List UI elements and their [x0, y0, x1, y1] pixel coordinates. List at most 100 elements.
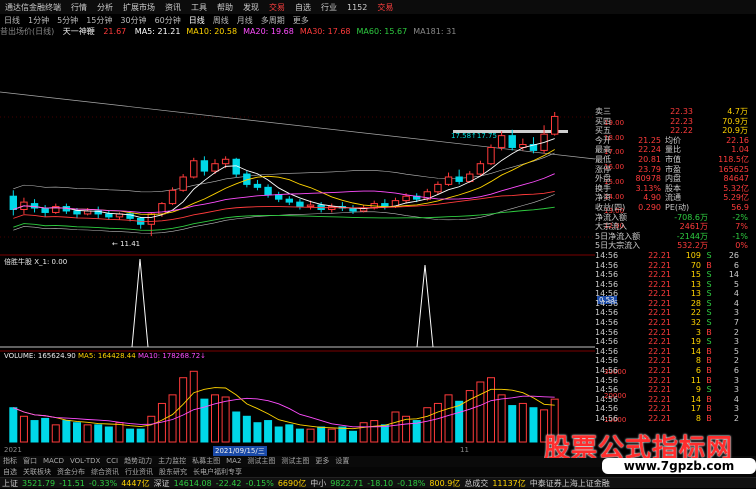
- flow-row: 5日大宗流入 532.2万 0%: [595, 241, 756, 251]
- tick-count: 7: [733, 318, 739, 328]
- volume-bar: [9, 407, 18, 443]
- stat-key: 股本: [665, 183, 681, 193]
- volume-bar: [94, 424, 103, 443]
- tick-flag: B: [706, 404, 712, 414]
- flow-pct: 0%: [735, 241, 748, 251]
- tick-flag: S: [706, 308, 712, 318]
- volume-bar: [433, 402, 442, 443]
- tick-volume: 6: [695, 366, 701, 376]
- menu-item[interactable]: 扩展市场: [118, 0, 160, 15]
- tick-volume: 14: [690, 394, 701, 404]
- flow-pct: -2%: [732, 212, 748, 222]
- info-tab[interactable]: 自选: [0, 468, 20, 476]
- tick-price: 22.21: [648, 289, 671, 299]
- indicator-tab[interactable]: 更多: [312, 457, 332, 465]
- menu-item[interactable]: 资讯: [160, 0, 186, 15]
- candle-body: [105, 213, 113, 218]
- tick-count: 4: [733, 394, 739, 404]
- candle-body: [487, 146, 495, 165]
- candle-body: [9, 195, 18, 210]
- indicator-tab[interactable]: MACD: [40, 457, 67, 465]
- menu-item[interactable]: 工具: [186, 0, 212, 15]
- tick-flag: B: [706, 327, 712, 337]
- volume-bar: [264, 420, 273, 443]
- ma-label: MA5: 21.21: [134, 27, 181, 36]
- indicator-tab[interactable]: MA2: [223, 457, 244, 465]
- info-tab[interactable]: 综合资讯: [88, 468, 122, 476]
- candle-body: [497, 135, 506, 148]
- menu-item[interactable]: 自选: [290, 0, 316, 15]
- indicator-tab[interactable]: 私募主图: [189, 457, 223, 465]
- flow-row: 大宗流入 2461万 7%: [595, 222, 756, 232]
- info-tab[interactable]: 股东研究: [156, 468, 190, 476]
- volume-bar: [444, 394, 453, 443]
- candle-body: [264, 186, 272, 196]
- menu-item[interactable]: 交易: [372, 0, 398, 15]
- flow-label: 大宗流入: [595, 222, 627, 232]
- candle-body: [221, 158, 230, 165]
- stat-value: 21.25: [638, 135, 661, 145]
- candle-body: [190, 160, 198, 178]
- menu-item[interactable]: 行业: [316, 0, 342, 15]
- watermark-logo: 股票公式指标网: [544, 434, 734, 458]
- stat-value: 1.04: [731, 145, 749, 155]
- indicator-tab[interactable]: CCI: [103, 457, 121, 465]
- stat-value: 5.32亿: [723, 183, 749, 193]
- menu-item[interactable]: 行情: [66, 0, 92, 15]
- tick-flag: B: [706, 414, 712, 423]
- info-tab[interactable]: 长电户福利专享: [190, 468, 245, 476]
- indicator-tab[interactable]: 设置: [332, 457, 352, 465]
- tick-row: 14:56 22.21 19 S 3: [595, 337, 756, 347]
- volume-bar: [51, 424, 60, 443]
- menu-item[interactable]: 交易: [264, 0, 290, 15]
- stock-price: 21.67: [103, 27, 127, 36]
- stat-key: PE(动): [665, 202, 690, 212]
- indicator-tab[interactable]: VOL-TDX: [67, 457, 103, 465]
- info-tab[interactable]: 行业资讯: [122, 468, 156, 476]
- chart-bg: [0, 37, 595, 456]
- year-tag: 2021: [4, 446, 22, 454]
- volume-bar: [30, 420, 39, 443]
- quote-panel: 卖三 22.33 4.7万 买四 22.23 70.9万 买五 22.22 20.9万 今开 21.…: [595, 107, 756, 477]
- indicator-tab[interactable]: 趋势动力: [121, 457, 155, 465]
- tick-time: 14:56: [595, 366, 619, 376]
- indicator-tab[interactable]: 测试主图: [278, 457, 312, 465]
- tick-count: 3: [733, 404, 739, 414]
- flow-value: -2144万: [676, 231, 708, 241]
- tick-time: 14:56: [595, 337, 619, 347]
- menu-item[interactable]: 通达信金融终端: [0, 0, 66, 15]
- date-tag: 2021/09/15/三: [213, 446, 267, 456]
- order-book-row: 买五 22.22 20.9万: [595, 126, 756, 136]
- indicator-tab[interactable]: 测试主图: [244, 457, 278, 465]
- indicator-tab[interactable]: 指标: [0, 457, 20, 465]
- menu-item[interactable]: 帮助: [212, 0, 238, 15]
- stock-name[interactable]: 天一神鞭: [63, 27, 95, 36]
- info-tab[interactable]: 关联板块: [20, 468, 54, 476]
- indicator-tab[interactable]: 窗口: [20, 457, 40, 465]
- indicator-tab[interactable]: 主力监控: [155, 457, 189, 465]
- stat-key: 外盘: [595, 174, 611, 184]
- order-price: 22.33: [670, 107, 693, 116]
- order-volume: 70.9万: [722, 116, 748, 126]
- volume-bar: [285, 424, 294, 443]
- tick-count: 6: [733, 260, 739, 270]
- stat-value: 118.5亿: [718, 154, 749, 164]
- volume-bar: [529, 407, 538, 443]
- tick-count: 2: [733, 327, 739, 337]
- volume-bar: [211, 394, 219, 443]
- period-bar: 日线 1分钟 5分钟 15分钟 30分钟 60分钟 日线 周线 月线 多周期 更多: [0, 14, 756, 26]
- menu-item[interactable]: 1152: [342, 1, 372, 14]
- tick-volume: 11: [690, 375, 701, 385]
- candle-body: [30, 203, 39, 209]
- menu-item[interactable]: 分析: [92, 0, 118, 15]
- tick-time: 14:56: [595, 279, 619, 289]
- menu-item[interactable]: 发现: [238, 0, 264, 15]
- tick-flag: S: [706, 270, 712, 280]
- stat-key: 流通: [665, 193, 681, 203]
- flow-value: -708.6万: [674, 212, 708, 222]
- info-tab[interactable]: 资金分布: [54, 468, 88, 476]
- tick-time: 14:56: [595, 414, 619, 423]
- tick-volume: 8: [695, 414, 701, 423]
- order-label: 买五: [595, 126, 611, 136]
- main-chart[interactable]: [0, 37, 595, 456]
